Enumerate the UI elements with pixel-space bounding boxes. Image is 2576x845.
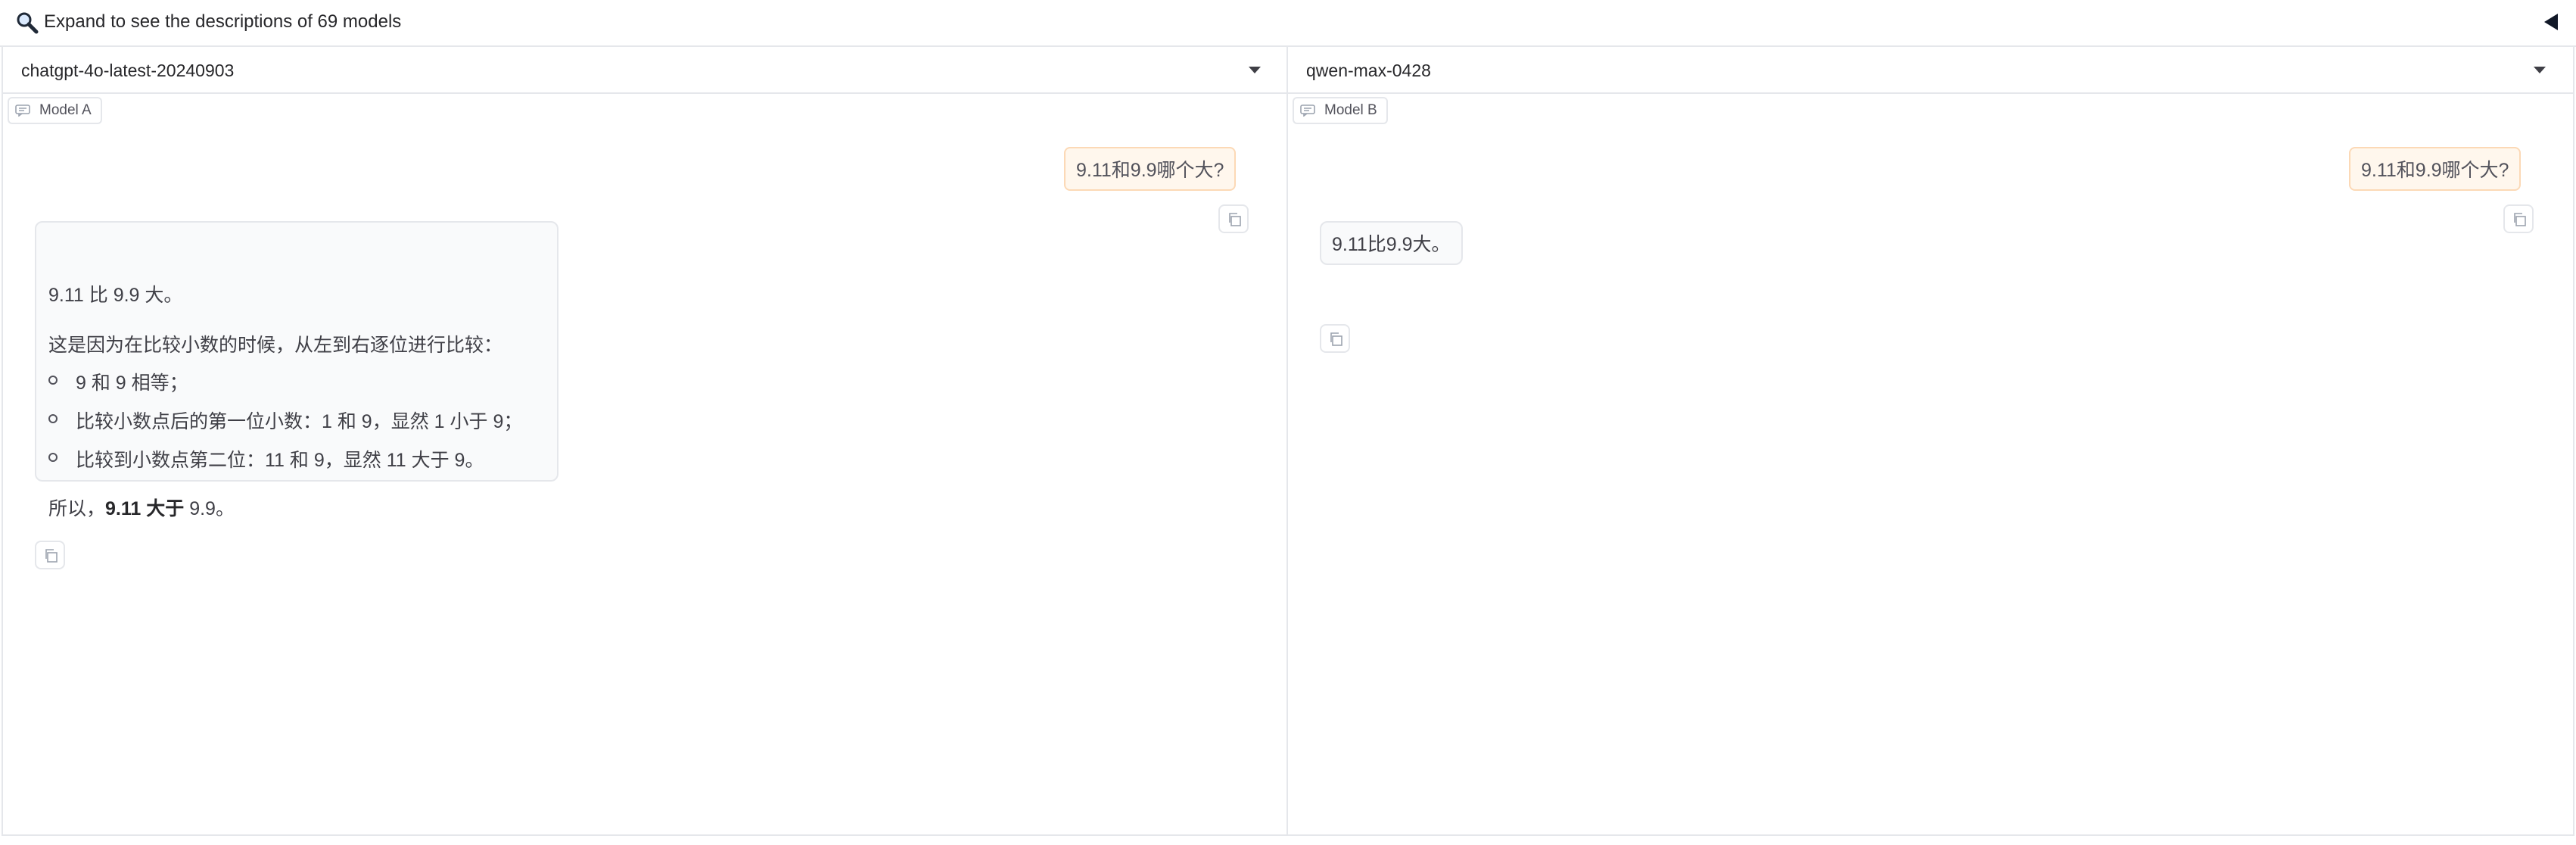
response-a-line2: 这是因为在比较小数的时候，从左到右逐位进行比较： xyxy=(48,335,503,356)
copy-bot-message-a-button[interactable] xyxy=(35,541,65,569)
chat-icon xyxy=(1300,104,1315,117)
conclusion-bold: 9.11 大于 xyxy=(105,498,185,519)
bullet-icon xyxy=(48,414,58,423)
model-b-select-value: qwen-max-0428 xyxy=(1306,61,1431,80)
bullet-icon xyxy=(48,376,58,385)
model-b-label: Model B xyxy=(1324,102,1377,118)
list-item-text: 9 和 9 相等； xyxy=(76,373,188,394)
conclusion-suffix: 9.9。 xyxy=(184,498,235,519)
chevron-down-icon[interactable] xyxy=(2534,67,2546,73)
accordion-label: Expand to see the descriptions of 69 mod… xyxy=(44,11,402,32)
bullet-icon xyxy=(48,453,58,462)
copy-icon xyxy=(2514,213,2526,226)
response-a-line1: 9.11 比 9.9 大。 xyxy=(48,285,183,306)
list-item-text: 比较小数点后的第一位小数：1 和 9，显然 1 小于 9； xyxy=(76,411,523,432)
model-a-label: Model A xyxy=(39,102,92,118)
model-b-chip: Model B xyxy=(1293,97,1388,124)
user-message-a: 9.11和9.9哪个大? xyxy=(1064,147,1237,191)
triangle-left-icon[interactable] xyxy=(2543,12,2559,32)
copy-user-message-a-button[interactable] xyxy=(1218,204,1249,233)
list-item-text: 比较到小数点第二位：11 和 9，显然 11 大于 9。 xyxy=(76,450,484,471)
bot-message-a: 9.11 比 9.9 大。 这是因为在比较小数的时候，从左到右逐位进行比较： 9… xyxy=(35,221,558,519)
model-a-chip: Model A xyxy=(8,97,102,124)
chat-icon xyxy=(15,104,30,117)
model-descriptions-accordion[interactable]: Expand to see the descriptions of 69 mod… xyxy=(0,0,2576,47)
copy-icon xyxy=(1330,332,1342,346)
chevron-down-icon[interactable] xyxy=(1249,67,1261,73)
response-a-conclusion: 所以，9.11 大于 9.9。 xyxy=(48,494,235,521)
model-b-select[interactable]: qwen-max-0428 xyxy=(1288,47,2573,94)
magnifier-icon xyxy=(17,12,39,34)
copy-icon xyxy=(45,549,58,563)
user-message-b: 9.11和9.9哪个大? xyxy=(2349,147,2522,191)
conclusion-prefix: 所以， xyxy=(48,498,106,519)
copy-user-message-b-button[interactable] xyxy=(2503,204,2534,233)
copy-icon xyxy=(1229,213,1241,226)
bot-message-b: 9.11比9.9大。 xyxy=(1320,221,1463,265)
model-a-select[interactable]: chatgpt-4o-latest-20240903 xyxy=(3,47,1288,94)
copy-bot-message-b-button[interactable] xyxy=(1320,324,1350,353)
model-a-select-value: chatgpt-4o-latest-20240903 xyxy=(21,61,235,80)
